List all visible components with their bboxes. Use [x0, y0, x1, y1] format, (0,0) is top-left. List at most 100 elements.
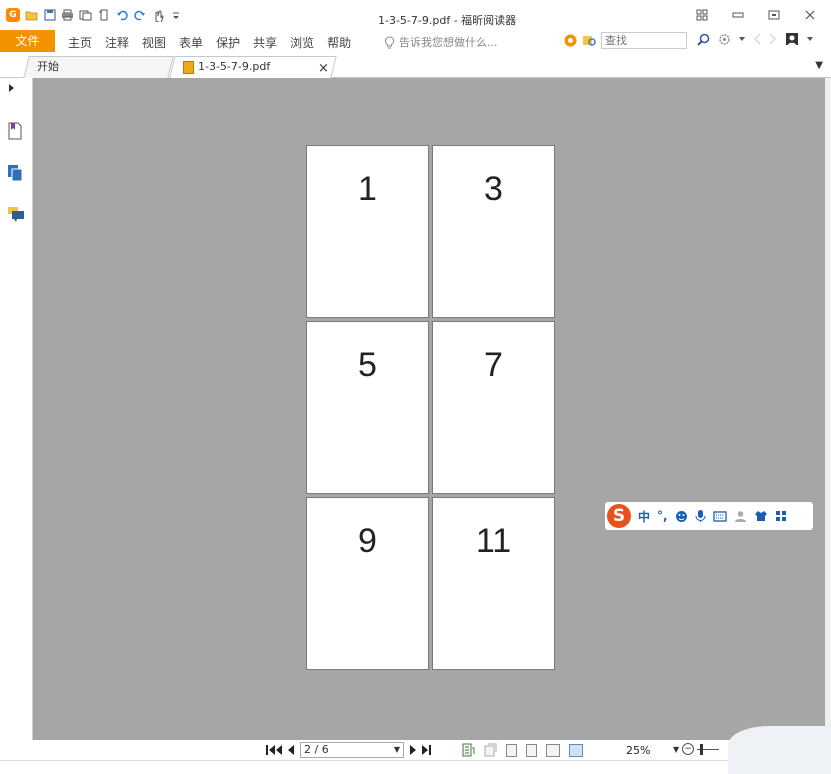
menu-bar: 文件 主页 注释 视图 表单 保护 共享 浏览 帮助 告诉我您想做什么...	[0, 30, 831, 52]
page-number: 7	[484, 346, 503, 384]
page-thumbnail[interactable]: 11	[432, 497, 555, 670]
zoom-out-icon[interactable]: −	[682, 743, 695, 755]
nav-forward-icon[interactable]	[769, 33, 777, 45]
page-indicator: 2 / 6	[304, 743, 329, 756]
tab-list-dropdown-icon[interactable]: ▼	[815, 60, 823, 71]
undo-icon[interactable]	[115, 9, 128, 22]
bookmark-icon[interactable]	[7, 122, 25, 140]
scan-icon[interactable]	[79, 9, 92, 22]
vertical-scrollbar[interactable]	[825, 78, 831, 740]
tell-me-box[interactable]: 告诉我您想做什么...	[384, 34, 498, 50]
save-icon[interactable]	[43, 9, 56, 22]
toolbox-grid-icon[interactable]	[775, 510, 787, 522]
customize-dropdown-icon[interactable]	[169, 9, 182, 22]
print-icon[interactable]	[61, 9, 74, 22]
restore-icon[interactable]	[767, 8, 781, 22]
page-thumbnail[interactable]: 9	[306, 497, 429, 670]
settings-dropdown-icon[interactable]	[739, 36, 745, 42]
user-icon[interactable]	[734, 510, 747, 523]
zoom-controls: ▼ −	[673, 743, 720, 755]
menu-home[interactable]: 主页	[68, 34, 92, 51]
ime-logo-icon[interactable]: S	[607, 504, 631, 528]
page-thumbnails-icon[interactable]	[7, 164, 25, 182]
page-number: 5	[358, 346, 377, 384]
nav-back-icon[interactable]	[753, 33, 761, 45]
menu-file[interactable]: 文件	[0, 30, 55, 52]
menu-view[interactable]: 视图	[142, 34, 166, 51]
page-number: 3	[484, 170, 503, 208]
last-page-icon[interactable]	[422, 745, 431, 755]
rotate-view-icon[interactable]	[484, 743, 497, 757]
menu-browse[interactable]: 浏览	[290, 34, 314, 51]
microphone-icon[interactable]	[695, 509, 706, 523]
comments-icon[interactable]	[7, 206, 25, 224]
search-icon[interactable]	[697, 33, 710, 46]
title-bar: G 1-3-5-7-9.pdf - 福昕阅读器	[0, 0, 831, 30]
skin-icon[interactable]	[563, 33, 578, 48]
ime-language-toggle[interactable]: 中	[638, 508, 650, 525]
page-thumbnail[interactable]: 1	[306, 145, 429, 318]
account-dropdown-icon[interactable]	[807, 36, 813, 42]
minimize-icon[interactable]	[731, 8, 745, 22]
page-number-field[interactable]: 2 / 6 ▼	[300, 742, 404, 758]
tab-home[interactable]: 开始	[23, 56, 174, 78]
page-dropdown-icon[interactable]: ▼	[394, 743, 400, 757]
zoom-level[interactable]: 25%	[626, 744, 650, 757]
page-number: 9	[358, 522, 377, 560]
menu-share[interactable]: 共享	[253, 34, 277, 51]
layout-grid-icon[interactable]	[695, 8, 709, 22]
window-controls	[695, 8, 817, 22]
skin-shirt-icon[interactable]	[754, 510, 768, 522]
page-number: 1	[358, 170, 377, 208]
document-view[interactable]: 1 3 5 7 9 11	[33, 78, 825, 740]
continuous-facing-view-button[interactable]	[569, 743, 583, 757]
user-account-icon[interactable]	[785, 32, 799, 46]
app-logo-icon: G	[6, 8, 20, 22]
search-input[interactable]	[601, 32, 687, 49]
zoom-dropdown-icon[interactable]: ▼	[673, 745, 679, 754]
keyboard-icon[interactable]	[712, 510, 727, 522]
menu-help[interactable]: 帮助	[327, 34, 351, 51]
previous-page-icon[interactable]	[288, 745, 294, 755]
new-page-icon[interactable]	[97, 9, 110, 22]
tab-strip: 开始 1-3-5-7-9.pdf × ▼	[0, 52, 831, 78]
open-folder-icon[interactable]	[25, 9, 38, 22]
next-page-icon[interactable]	[410, 745, 416, 755]
tab-document[interactable]: 1-3-5-7-9.pdf	[169, 56, 337, 78]
menu-protect[interactable]: 保护	[216, 34, 240, 51]
zoom-slider[interactable]	[697, 743, 720, 755]
menu-comment[interactable]: 注释	[105, 34, 129, 51]
continuous-view-button[interactable]	[526, 743, 537, 757]
page-thumbnail[interactable]: 5	[306, 321, 429, 494]
single-page-view-button[interactable]	[506, 743, 517, 757]
left-navigation-panel	[0, 78, 34, 740]
page-thumbnail[interactable]: 7	[432, 321, 555, 494]
emoji-icon[interactable]	[675, 510, 688, 523]
view-mode-buttons	[462, 743, 583, 757]
tab-close-icon[interactable]: ×	[318, 61, 329, 76]
close-window-icon[interactable]	[803, 8, 817, 22]
menu-items: 主页 注释 视图 表单 保护 共享 浏览 帮助	[68, 34, 351, 51]
ime-toolbar: S 中 °,	[605, 502, 813, 530]
pdf-file-icon	[183, 60, 194, 74]
expand-panel-icon[interactable]	[9, 84, 14, 92]
page-thumbnail[interactable]: 3	[432, 145, 555, 318]
hand-tool-icon[interactable]	[151, 9, 164, 22]
lightbulb-icon	[384, 35, 395, 48]
menu-form[interactable]: 表单	[179, 34, 203, 51]
desktop-overlay	[728, 726, 831, 774]
ime-punctuation-toggle[interactable]: °,	[657, 509, 668, 523]
page-number: 11	[475, 522, 512, 560]
find-in-folder-icon[interactable]	[582, 33, 597, 48]
redo-icon[interactable]	[133, 9, 146, 22]
quick-access-toolbar: G	[6, 8, 182, 22]
reflow-icon[interactable]	[462, 743, 475, 757]
search-tools	[563, 32, 687, 49]
page-grid: 1 3 5 7 9 11	[306, 145, 555, 670]
page-navigation: 2 / 6 ▼	[266, 742, 431, 758]
status-bar: 2 / 6 ▼ 25% ▼ −	[0, 740, 831, 760]
zoom-slider-thumb[interactable]	[700, 743, 704, 755]
first-page-icon[interactable]	[266, 745, 282, 755]
settings-icon[interactable]	[718, 33, 731, 46]
facing-view-button[interactable]	[546, 743, 560, 757]
